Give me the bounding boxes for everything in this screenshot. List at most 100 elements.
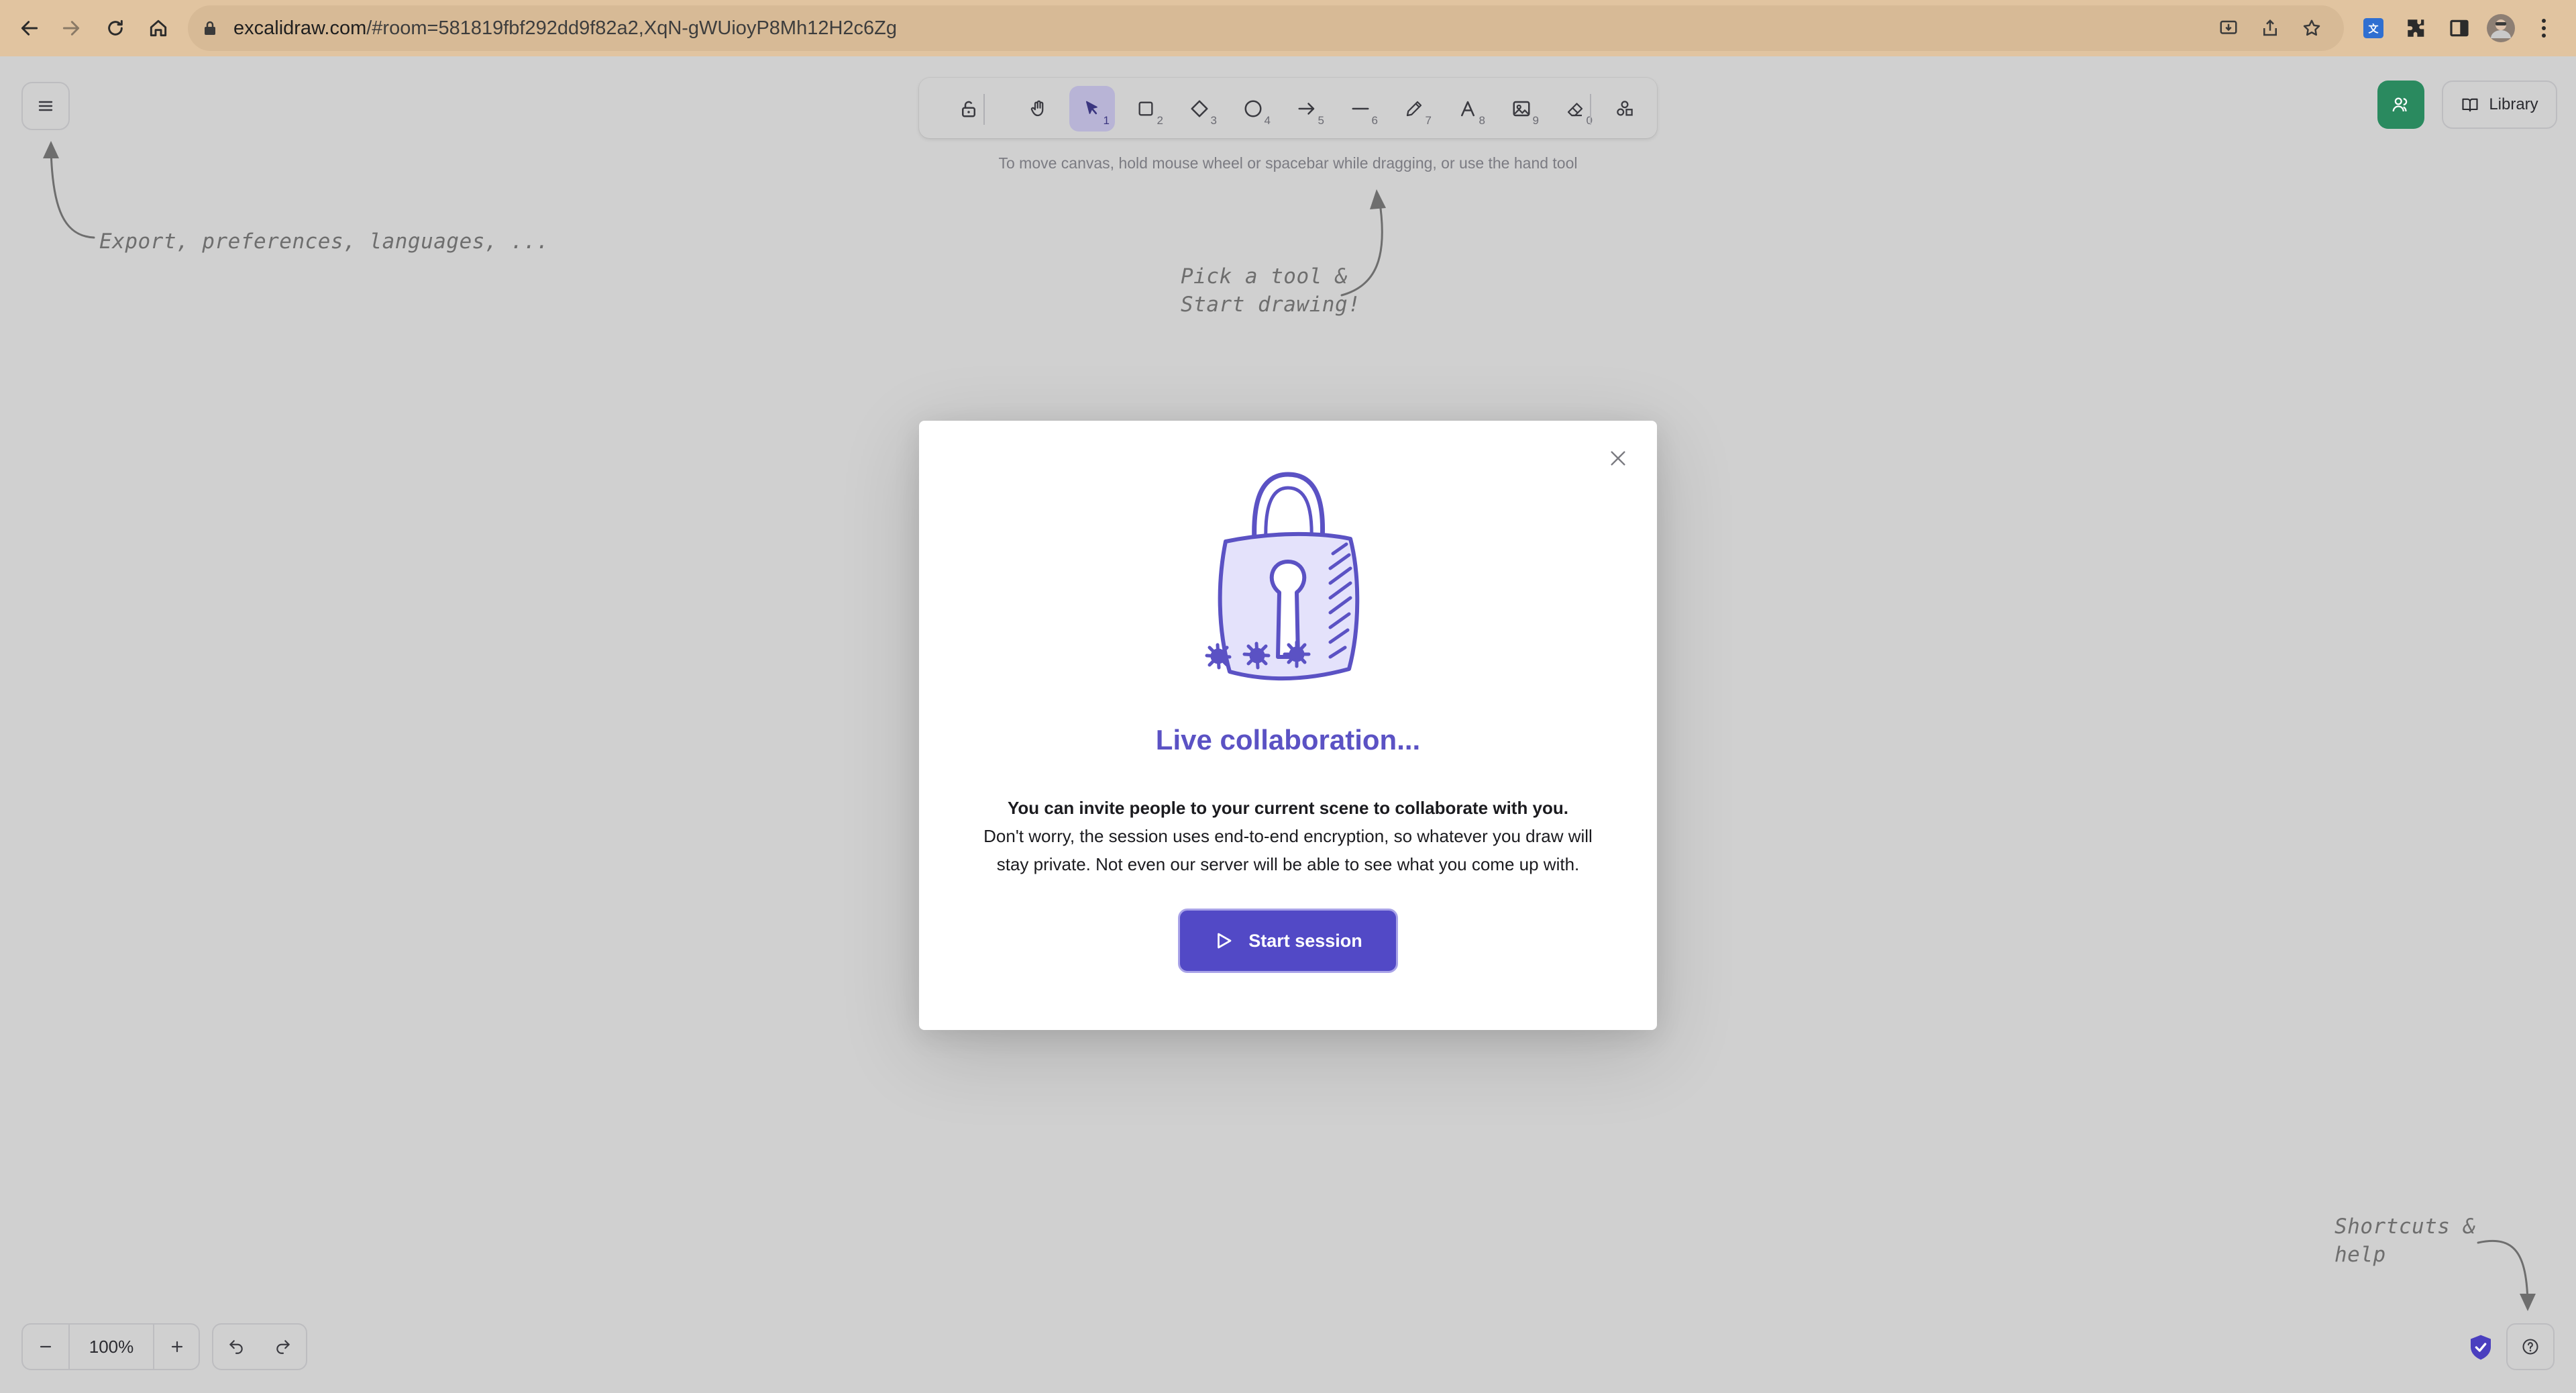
- url-path: /#room=581819fbf292dd9f82a2,XqN-gWUioyP8…: [366, 17, 897, 39]
- help-hint-text-line1: Shortcuts &: [2334, 1215, 2476, 1239]
- start-session-button[interactable]: Start session: [1178, 909, 1398, 973]
- tool-shortcut-key: 5: [1318, 114, 1324, 127]
- tool-image[interactable]: 9: [1499, 86, 1544, 132]
- tool-hint-text-line1: Pick a tool &: [1181, 264, 1348, 289]
- diamond-icon: [1191, 100, 1208, 117]
- tool-shortcut-key: 8: [1479, 114, 1485, 127]
- vertical-dots-icon: [2542, 19, 2546, 38]
- text-icon: [1461, 101, 1474, 117]
- profile-avatar[interactable]: [2486, 13, 2516, 43]
- extensions-button[interactable]: [2402, 13, 2431, 43]
- padlock-illustration-icon: [1205, 472, 1360, 680]
- history-controls: [212, 1323, 307, 1370]
- share-icon: [2263, 19, 2277, 36]
- side-panel-button[interactable]: [2445, 13, 2474, 43]
- redo-icon: [276, 1340, 290, 1354]
- image-icon: [1513, 101, 1530, 117]
- tool-shortcut-key: 9: [1532, 114, 1539, 127]
- tool-selection[interactable]: 1: [1069, 86, 1115, 132]
- tool-line[interactable]: 6: [1338, 86, 1383, 132]
- users-icon: [2392, 97, 2408, 112]
- eraser-icon: [1567, 103, 1583, 117]
- url-text[interactable]: excalidraw.com/#room=581819fbf292dd9f82a…: [233, 5, 897, 51]
- back-button[interactable]: [13, 12, 46, 44]
- help-button[interactable]: [2506, 1323, 2555, 1370]
- reload-icon: [108, 19, 123, 36]
- tool-hand[interactable]: [1016, 86, 1061, 132]
- share-button[interactable]: [2258, 16, 2282, 40]
- tool-hint-text-line2: Start drawing!: [1181, 293, 1361, 317]
- help-hint-arrow: [2477, 1239, 2536, 1311]
- tool-shortcut-key: 7: [1425, 114, 1432, 127]
- dialog-lead-text: You can invite people to your current sc…: [1008, 798, 1568, 818]
- reload-button[interactable]: [99, 12, 131, 44]
- play-icon: [1218, 933, 1232, 949]
- avatar-icon: [2487, 14, 2515, 42]
- live-collaboration-dialog: Live collaboration... You can invite peo…: [919, 421, 1657, 1030]
- install-icon: [2220, 20, 2237, 34]
- minus-icon: [40, 1345, 52, 1348]
- home-icon: [150, 19, 167, 37]
- shapes-toolbar: 1 2 3 4 5 6 7 8 9: [919, 78, 1657, 138]
- undo-icon: [229, 1340, 243, 1354]
- pencil-icon: [1406, 101, 1422, 117]
- canvas-hint: To move canvas, hold mouse wheel or spac…: [998, 154, 1578, 172]
- bookmark-button[interactable]: [2300, 16, 2324, 40]
- home-button[interactable]: [142, 12, 174, 44]
- ellipse-icon: [1244, 100, 1262, 117]
- toolbar-divider: [1590, 94, 1591, 125]
- svg-text:文: 文: [2368, 23, 2379, 35]
- translate-extension-icon: 文: [2363, 18, 2383, 38]
- tool-text[interactable]: 8: [1445, 86, 1491, 132]
- tool-shortcut-key: 4: [1264, 114, 1271, 127]
- toolbar-divider: [983, 94, 985, 125]
- hamburger-icon: [38, 101, 53, 111]
- lock-icon[interactable]: [203, 20, 217, 36]
- rectangle-icon: [1138, 101, 1153, 116]
- star-icon: [2303, 19, 2320, 36]
- redo-button[interactable]: [260, 1325, 306, 1369]
- menu-hint-text: Export, preferences, languages, ...: [99, 229, 549, 254]
- arrow-left-icon: [21, 21, 38, 36]
- url-host: excalidraw.com: [233, 17, 367, 39]
- puzzle-icon: [2408, 19, 2424, 37]
- question-circle-icon: [2522, 1339, 2538, 1355]
- collaborate-button[interactable]: [2377, 81, 2424, 129]
- tool-rectangle[interactable]: 2: [1123, 86, 1169, 132]
- install-app-button[interactable]: [2216, 16, 2241, 40]
- line-icon: [1352, 107, 1369, 110]
- start-session-label: Start session: [1248, 930, 1362, 951]
- main-menu-button[interactable]: [21, 82, 70, 130]
- encryption-shield-icon[interactable]: [2467, 1333, 2494, 1362]
- arrow-right-icon: [62, 21, 80, 36]
- zoom-reset-button[interactable]: 100%: [68, 1325, 154, 1369]
- unlock-icon: [962, 101, 975, 117]
- tool-ellipse[interactable]: 4: [1230, 86, 1276, 132]
- tool-draw[interactable]: 7: [1391, 86, 1437, 132]
- help-hint-text-line2: help: [2334, 1243, 2386, 1267]
- dialog-title: Live collaboration...: [1155, 724, 1421, 756]
- side-panel-icon: [2450, 19, 2469, 37]
- library-button[interactable]: Library: [2442, 81, 2557, 129]
- extension-translate-button[interactable]: 文: [2359, 13, 2388, 43]
- tool-arrow[interactable]: 5: [1284, 86, 1330, 132]
- tool-diamond[interactable]: 3: [1177, 86, 1222, 132]
- zoom-in-button[interactable]: [154, 1325, 200, 1369]
- shapes-icon: [1617, 101, 1633, 116]
- dialog-description: You can invite people to your current sc…: [966, 794, 1610, 878]
- tool-shortcut-key: 6: [1371, 114, 1378, 127]
- library-label: Library: [2489, 95, 2538, 113]
- close-dialog-button[interactable]: [1603, 444, 1633, 473]
- address-bar[interactable]: excalidraw.com/#room=581819fbf292dd9f82a…: [188, 5, 2344, 51]
- tool-shortcut-key: 2: [1157, 114, 1163, 127]
- zoom-controls: 100%: [21, 1323, 200, 1370]
- zoom-out-button[interactable]: [23, 1325, 68, 1369]
- tool-more-shapes[interactable]: [1602, 86, 1648, 132]
- dialog-body-line-2: stay private. Not even our server will b…: [996, 854, 1580, 874]
- browser-chrome: excalidraw.com/#room=581819fbf292dd9f82a…: [0, 0, 2576, 56]
- forward-button[interactable]: [55, 12, 87, 44]
- close-icon: [1611, 451, 1625, 466]
- browser-menu-button[interactable]: [2529, 13, 2559, 43]
- undo-button[interactable]: [213, 1325, 259, 1369]
- tool-shortcut-key: 3: [1210, 114, 1217, 127]
